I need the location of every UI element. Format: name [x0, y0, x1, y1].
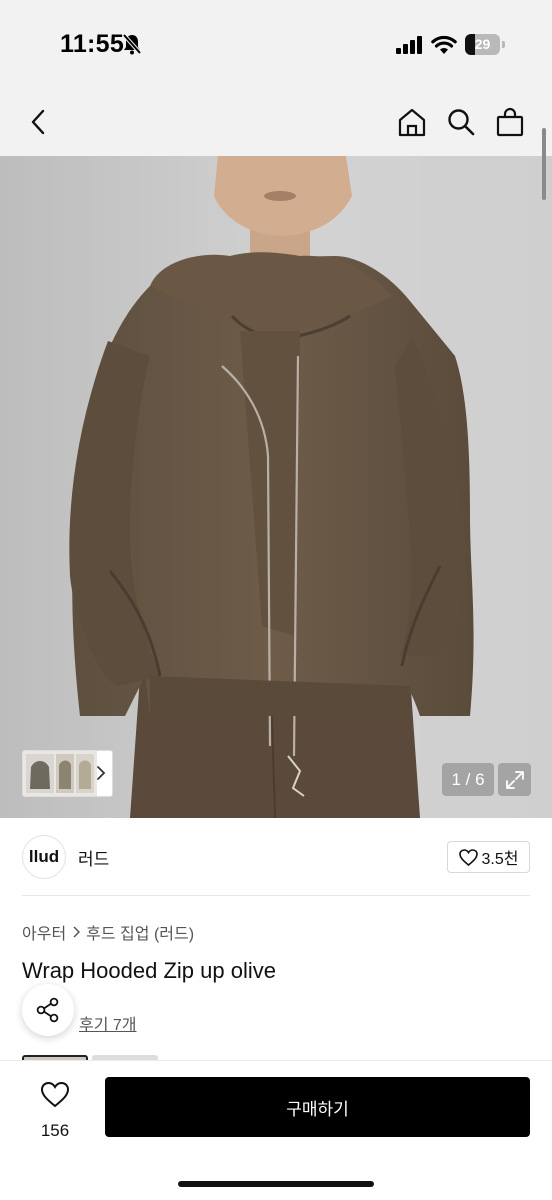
home-icon	[398, 108, 426, 137]
brand-like-button[interactable]: 3.5천	[447, 841, 530, 873]
wishlist-count: 156	[40, 1121, 70, 1140]
cellular-signal-icon	[396, 36, 422, 54]
chevron-right-icon	[73, 926, 81, 938]
product-photo	[0, 156, 552, 818]
scroll-indicator	[542, 128, 546, 200]
battery-icon: 29	[465, 34, 505, 55]
product-image[interactable]	[0, 156, 552, 818]
brand-like-count: 3.5천	[481, 851, 519, 868]
product-title: Wrap Hooded Zip up olive	[22, 958, 276, 983]
home-button[interactable]	[392, 102, 432, 142]
status-time: 11:55	[60, 30, 125, 58]
heart-icon	[40, 1081, 70, 1108]
image-counter: 1 / 6	[442, 763, 494, 796]
breadcrumb-subcategory[interactable]: 후드 집업 (러드)	[86, 920, 194, 944]
bottom-purchase-bar: 156 구매하기	[0, 1060, 552, 1200]
back-button[interactable]	[18, 102, 58, 142]
search-icon	[448, 109, 475, 136]
thumbnail-preview	[23, 751, 97, 796]
expand-icon	[505, 770, 524, 789]
battery-level: 29	[474, 36, 491, 52]
brand-name[interactable]: 러드	[78, 845, 109, 870]
wifi-icon	[431, 35, 457, 54]
buy-button[interactable]: 구매하기	[105, 1077, 530, 1137]
search-button[interactable]	[441, 102, 481, 142]
reviews-link[interactable]: 후기 7개	[79, 1011, 137, 1035]
chevron-right-icon	[97, 766, 106, 780]
wishlist-button[interactable]: 156	[25, 1079, 85, 1140]
cart-button[interactable]	[490, 102, 530, 142]
breadcrumb: 아우터 후드 집업 (러드)	[22, 920, 194, 944]
brand-logo[interactable]: llud	[22, 835, 66, 879]
status-bar: 11:55 29	[0, 0, 552, 92]
share-icon	[36, 997, 59, 1023]
share-button[interactable]	[22, 984, 74, 1036]
home-indicator	[178, 1181, 374, 1187]
divider	[22, 895, 530, 896]
fullscreen-button[interactable]	[498, 763, 531, 796]
bell-slash-icon	[122, 33, 142, 55]
nav-bar	[0, 92, 552, 156]
heart-icon	[458, 848, 478, 866]
breadcrumb-category[interactable]: 아우터	[22, 920, 66, 944]
chevron-left-icon	[31, 109, 45, 135]
shopping-bag-icon	[496, 107, 524, 137]
gallery-thumbnails-button[interactable]	[22, 750, 113, 797]
